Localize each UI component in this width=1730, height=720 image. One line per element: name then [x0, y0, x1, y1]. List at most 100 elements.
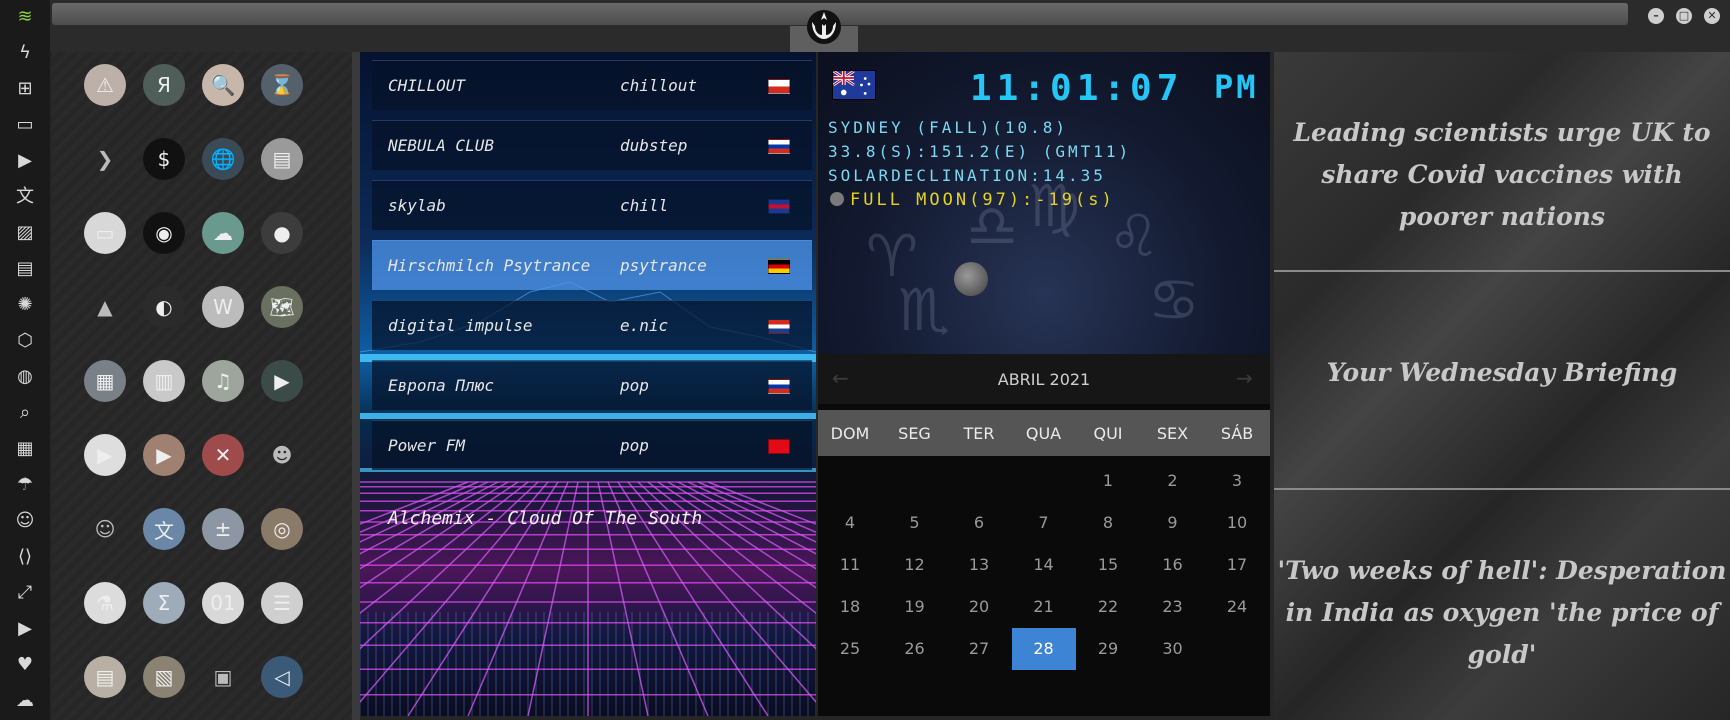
vscode-icon[interactable]: ◁	[261, 656, 303, 698]
search-icon[interactable]: ⌕	[12, 400, 38, 426]
wifi-icon[interactable]: ≋	[12, 4, 38, 30]
calendar-day[interactable]: 3	[1205, 460, 1269, 502]
presentation-icon[interactable]: ▣	[202, 656, 244, 698]
calendar-day[interactable]: 22	[1076, 586, 1140, 628]
calendar-day[interactable]: 4	[818, 502, 882, 544]
bolt-icon[interactable]: ϟ	[12, 40, 38, 66]
yandex-icon[interactable]: Я	[143, 64, 185, 106]
radio-station-row[interactable]: Hirschmilch Psytrance psytrance	[372, 240, 812, 290]
calendar-day[interactable]: 25	[818, 628, 882, 670]
worldmap-icon[interactable]: 🗺	[261, 286, 303, 328]
globe-icon[interactable]: ◍	[12, 364, 38, 390]
image-icon[interactable]: ▨	[12, 220, 38, 246]
empire-icon[interactable]: ⬡	[12, 328, 38, 354]
calendar-day[interactable]: 29	[1076, 628, 1140, 670]
document-icon[interactable]: ▤	[84, 656, 126, 698]
news-headline[interactable]: 'Two weeks of hell': Desperation in Indi…	[1274, 550, 1730, 676]
wikipedia-icon[interactable]: W	[202, 286, 244, 328]
video-player-icon[interactable]: ▶	[143, 434, 185, 476]
calendar-day[interactable]: 26	[883, 628, 947, 670]
flask-icon[interactable]: ⚗	[84, 582, 126, 624]
play-circle-icon[interactable]: ▶	[12, 148, 38, 174]
documents-icon[interactable]: ▦	[84, 360, 126, 402]
calendar-day[interactable]: 12	[883, 544, 947, 586]
image-viewer-icon[interactable]: ▧	[143, 656, 185, 698]
translate-icon[interactable]: 文	[12, 184, 38, 210]
music-icon[interactable]: ♫	[202, 360, 244, 402]
calendar-day[interactable]: 27	[947, 628, 1011, 670]
radio-station-row[interactable]: skylab chill	[372, 180, 812, 230]
next-month-icon[interactable]: →	[1236, 366, 1253, 390]
umbrella-icon[interactable]: ☂	[12, 472, 38, 498]
youtube-icon[interactable]: ▶	[12, 616, 38, 642]
radio-station-row[interactable]: digital impulse e.nic	[372, 300, 812, 350]
archive-icon[interactable]: ▭	[12, 112, 38, 138]
radio-station-row[interactable]: CHILLOUT chillout	[372, 60, 812, 110]
calendar-day[interactable]: 13	[947, 544, 1011, 586]
translate-app-icon[interactable]: 文	[143, 508, 185, 550]
fullscreen-icon[interactable]: ⤢	[12, 580, 38, 606]
calendar-day[interactable]: 21	[1012, 586, 1076, 628]
warning-icon[interactable]: ⚠	[84, 64, 126, 106]
calendar-day[interactable]: 9	[1141, 502, 1205, 544]
code-icon[interactable]: ⟨⟩	[12, 544, 38, 570]
text-editor-icon[interactable]: ☰	[261, 582, 303, 624]
maximize-button[interactable]: □	[1676, 8, 1692, 24]
arrow-icon[interactable]: ❯	[84, 138, 126, 180]
window-icon[interactable]: ▭	[84, 212, 126, 254]
news-headline[interactable]: Leading scientists urge UK to share Covi…	[1274, 112, 1730, 238]
hourglass-icon[interactable]: ⌛	[261, 64, 303, 106]
github-icon[interactable]: ●	[261, 212, 303, 254]
calendar-day[interactable]: 16	[1141, 544, 1205, 586]
minimize-button[interactable]: –	[1648, 8, 1664, 24]
camera-icon[interactable]: ◎	[261, 508, 303, 550]
c3po-icon[interactable]: ☺	[84, 508, 126, 550]
close-app-icon[interactable]: ✕	[202, 434, 244, 476]
calendar-day[interactable]: 11	[818, 544, 882, 586]
steam-icon[interactable]: ◉	[143, 212, 185, 254]
news-headline[interactable]: Your Wednesday Briefing	[1274, 352, 1730, 394]
newspaper-icon[interactable]: ▤	[12, 256, 38, 282]
calendar-day[interactable]: 1	[1076, 460, 1140, 502]
starfleet-icon[interactable]: ▲	[84, 286, 126, 328]
calculator-icon[interactable]: ±	[202, 508, 244, 550]
radio-station-row[interactable]: Европа Плюс pop	[372, 360, 812, 410]
radio-station-row[interactable]: NEBULA CLUB dubstep	[372, 120, 812, 170]
calendar-day[interactable]: 24	[1205, 586, 1269, 628]
robot-icon[interactable]: ☻	[261, 434, 303, 476]
terminal-icon[interactable]: $	[143, 138, 185, 180]
calendar-day[interactable]: 19	[883, 586, 947, 628]
deathstar-icon[interactable]: ◐	[143, 286, 185, 328]
calendar-day[interactable]: 7	[1012, 502, 1076, 544]
calendar-day[interactable]: 18	[818, 586, 882, 628]
calendar-day[interactable]: 23	[1141, 586, 1205, 628]
files-icon[interactable]: ▤	[261, 138, 303, 180]
calendar-day[interactable]: 10	[1205, 502, 1269, 544]
cloud-icon[interactable]: ☁	[12, 688, 38, 714]
globe-app-icon[interactable]: 🌐	[202, 138, 244, 180]
calendar-day[interactable]: 8	[1076, 502, 1140, 544]
calendar-day[interactable]: 17	[1205, 544, 1269, 586]
search-app-icon[interactable]: 🔍	[202, 64, 244, 106]
video-icon[interactable]: ▶	[261, 360, 303, 402]
sigma-icon[interactable]: Σ	[143, 582, 185, 624]
close-button[interactable]: ✕	[1704, 8, 1720, 24]
rebel-icon[interactable]: ✺	[12, 292, 38, 318]
cloud-lock-icon[interactable]: ☁	[202, 212, 244, 254]
heart-icon[interactable]: ♥	[12, 652, 38, 678]
calendar-day[interactable]: 2	[1141, 460, 1205, 502]
binary-icon[interactable]: 01	[202, 582, 244, 624]
calendar-day[interactable]: 30	[1141, 628, 1205, 670]
play-app-icon[interactable]: ▶	[84, 434, 126, 476]
notebook-icon[interactable]: ▥	[143, 360, 185, 402]
calendar-day[interactable]: 15	[1076, 544, 1140, 586]
calendar-day[interactable]: 20	[947, 586, 1011, 628]
calendar-day-today[interactable]: 28	[1011, 628, 1076, 670]
radio-station-row[interactable]: Power FM pop	[372, 420, 812, 470]
contacts-icon[interactable]: ☺	[12, 508, 38, 534]
calendar-day[interactable]: 14	[1012, 544, 1076, 586]
map-icon[interactable]: ▦	[12, 436, 38, 462]
calendar-day[interactable]: 5	[883, 502, 947, 544]
calendar-day[interactable]: 6	[947, 502, 1011, 544]
windows-icon[interactable]: ⊞	[12, 76, 38, 102]
